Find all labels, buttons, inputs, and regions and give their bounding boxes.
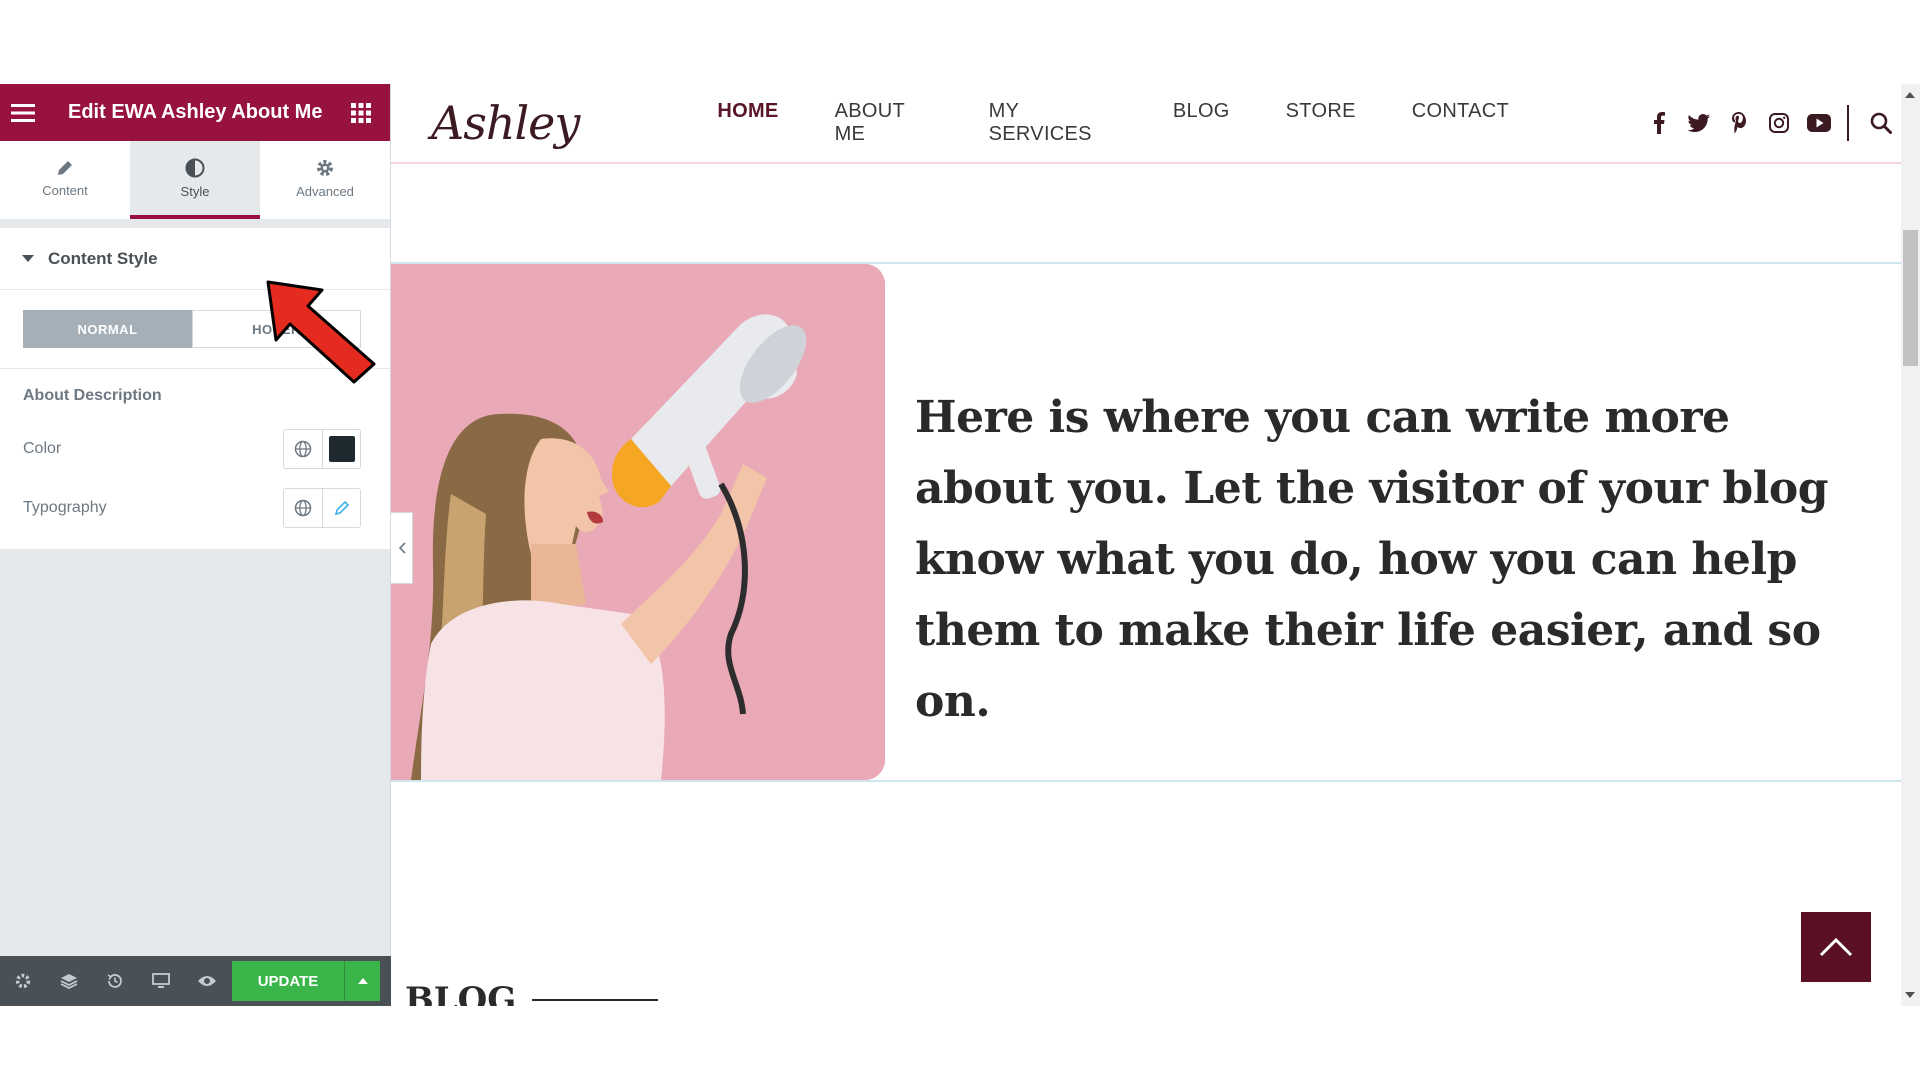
tab-advanced-label: Advanced — [296, 183, 354, 199]
caret-down-icon — [22, 255, 34, 262]
about-description: Here is where you can write more about y… — [915, 392, 1829, 727]
color-label: Color — [23, 439, 62, 457]
gear-icon — [317, 159, 333, 176]
widgets-grid-icon[interactable] — [332, 84, 390, 141]
history-icon[interactable] — [92, 956, 138, 1006]
header-divider — [1847, 105, 1849, 141]
blog-section-heading: BLOG — [405, 980, 659, 1006]
social-links — [1639, 103, 1901, 143]
tab-advanced[interactable]: Advanced — [260, 141, 390, 219]
typography-control: Typography — [0, 478, 390, 537]
preview-scrollbar[interactable] — [1901, 84, 1920, 1006]
panel-footer: UPDATE — [0, 956, 391, 1006]
responsive-mode-icon[interactable] — [138, 956, 184, 1006]
search-icon[interactable] — [1861, 103, 1901, 143]
panel-header: Edit EWA Ashley About Me — [0, 84, 390, 141]
hamburger-menu-icon[interactable] — [0, 84, 46, 141]
nav-contact[interactable]: CONTACT — [1384, 100, 1537, 146]
site-header: Ashley HOME ABOUT ME MY SERVICES BLOG ST… — [391, 84, 1901, 164]
globe-icon — [294, 440, 312, 457]
pencil-icon — [58, 160, 72, 175]
about-me-section: Here is where you can write more about y… — [391, 262, 1901, 782]
tab-style-label: Style — [180, 183, 210, 199]
panel-title: Edit EWA Ashley About Me — [68, 101, 323, 123]
navigator-layers-icon[interactable] — [46, 956, 92, 1006]
collapse-panel-button[interactable] — [391, 512, 413, 584]
blog-heading-text: BLOG — [405, 980, 517, 1006]
scroll-down-arrow-icon[interactable] — [1905, 992, 1915, 998]
pencil-icon — [334, 500, 349, 515]
tabs-divider — [0, 219, 390, 228]
scroll-up-arrow-icon[interactable] — [1905, 92, 1915, 98]
tab-content-label: Content — [42, 182, 88, 198]
editor-window: Edit EWA Ashley About Me Content Style A… — [0, 84, 1920, 1006]
color-swatch — [328, 435, 355, 462]
chevron-left-icon — [398, 542, 406, 554]
color-control: Color — [0, 419, 390, 478]
section-title: Content Style — [48, 248, 158, 268]
controls-group: About Description Color Typography — [0, 369, 390, 549]
back-to-top-button[interactable] — [1801, 912, 1871, 982]
controls-heading: About Description — [23, 387, 162, 404]
update-button[interactable]: UPDATE — [232, 961, 344, 1001]
facebook-icon[interactable] — [1639, 103, 1679, 143]
tab-content[interactable]: Content — [0, 141, 130, 219]
site-logo[interactable]: Ashley — [391, 96, 580, 150]
heading-rule — [532, 999, 659, 1001]
global-colors-button[interactable] — [284, 429, 322, 468]
main-navigation: HOME ABOUT ME MY SERVICES BLOG STORE CON… — [689, 100, 1537, 146]
annotation-arrow — [266, 280, 376, 384]
edit-typography-button[interactable] — [322, 488, 360, 527]
chevron-up-icon — [1819, 937, 1853, 957]
pinterest-icon[interactable] — [1719, 103, 1759, 143]
color-swatch-button[interactable] — [322, 429, 360, 468]
editor-panel: Edit EWA Ashley About Me Content Style A… — [0, 84, 391, 1006]
scrollbar-thumb[interactable] — [1903, 230, 1918, 366]
youtube-icon[interactable] — [1799, 103, 1839, 143]
nav-my-services[interactable]: MY SERVICES — [961, 100, 1145, 146]
contrast-icon — [185, 158, 205, 177]
nav-store[interactable]: STORE — [1258, 100, 1384, 146]
site-preview: Ashley HOME ABOUT ME MY SERVICES BLOG ST… — [391, 84, 1901, 1006]
nav-home[interactable]: HOME — [689, 100, 806, 146]
nav-about-me[interactable]: ABOUT ME — [807, 100, 961, 146]
globe-icon — [294, 499, 312, 516]
panel-tabs: Content Style Advanced — [0, 141, 390, 219]
instagram-icon[interactable] — [1759, 103, 1799, 143]
update-options-caret-icon[interactable] — [344, 961, 380, 1001]
twitter-icon[interactable] — [1679, 103, 1719, 143]
typography-label: Typography — [23, 498, 107, 516]
global-fonts-button[interactable] — [284, 488, 322, 527]
about-photo-woman-megaphone — [391, 264, 885, 780]
settings-gear-icon[interactable] — [0, 956, 46, 1006]
nav-blog[interactable]: BLOG — [1145, 100, 1258, 146]
tab-style[interactable]: Style — [130, 141, 260, 219]
state-normal-button[interactable]: NORMAL — [23, 310, 192, 348]
preview-eye-icon[interactable] — [184, 956, 230, 1006]
